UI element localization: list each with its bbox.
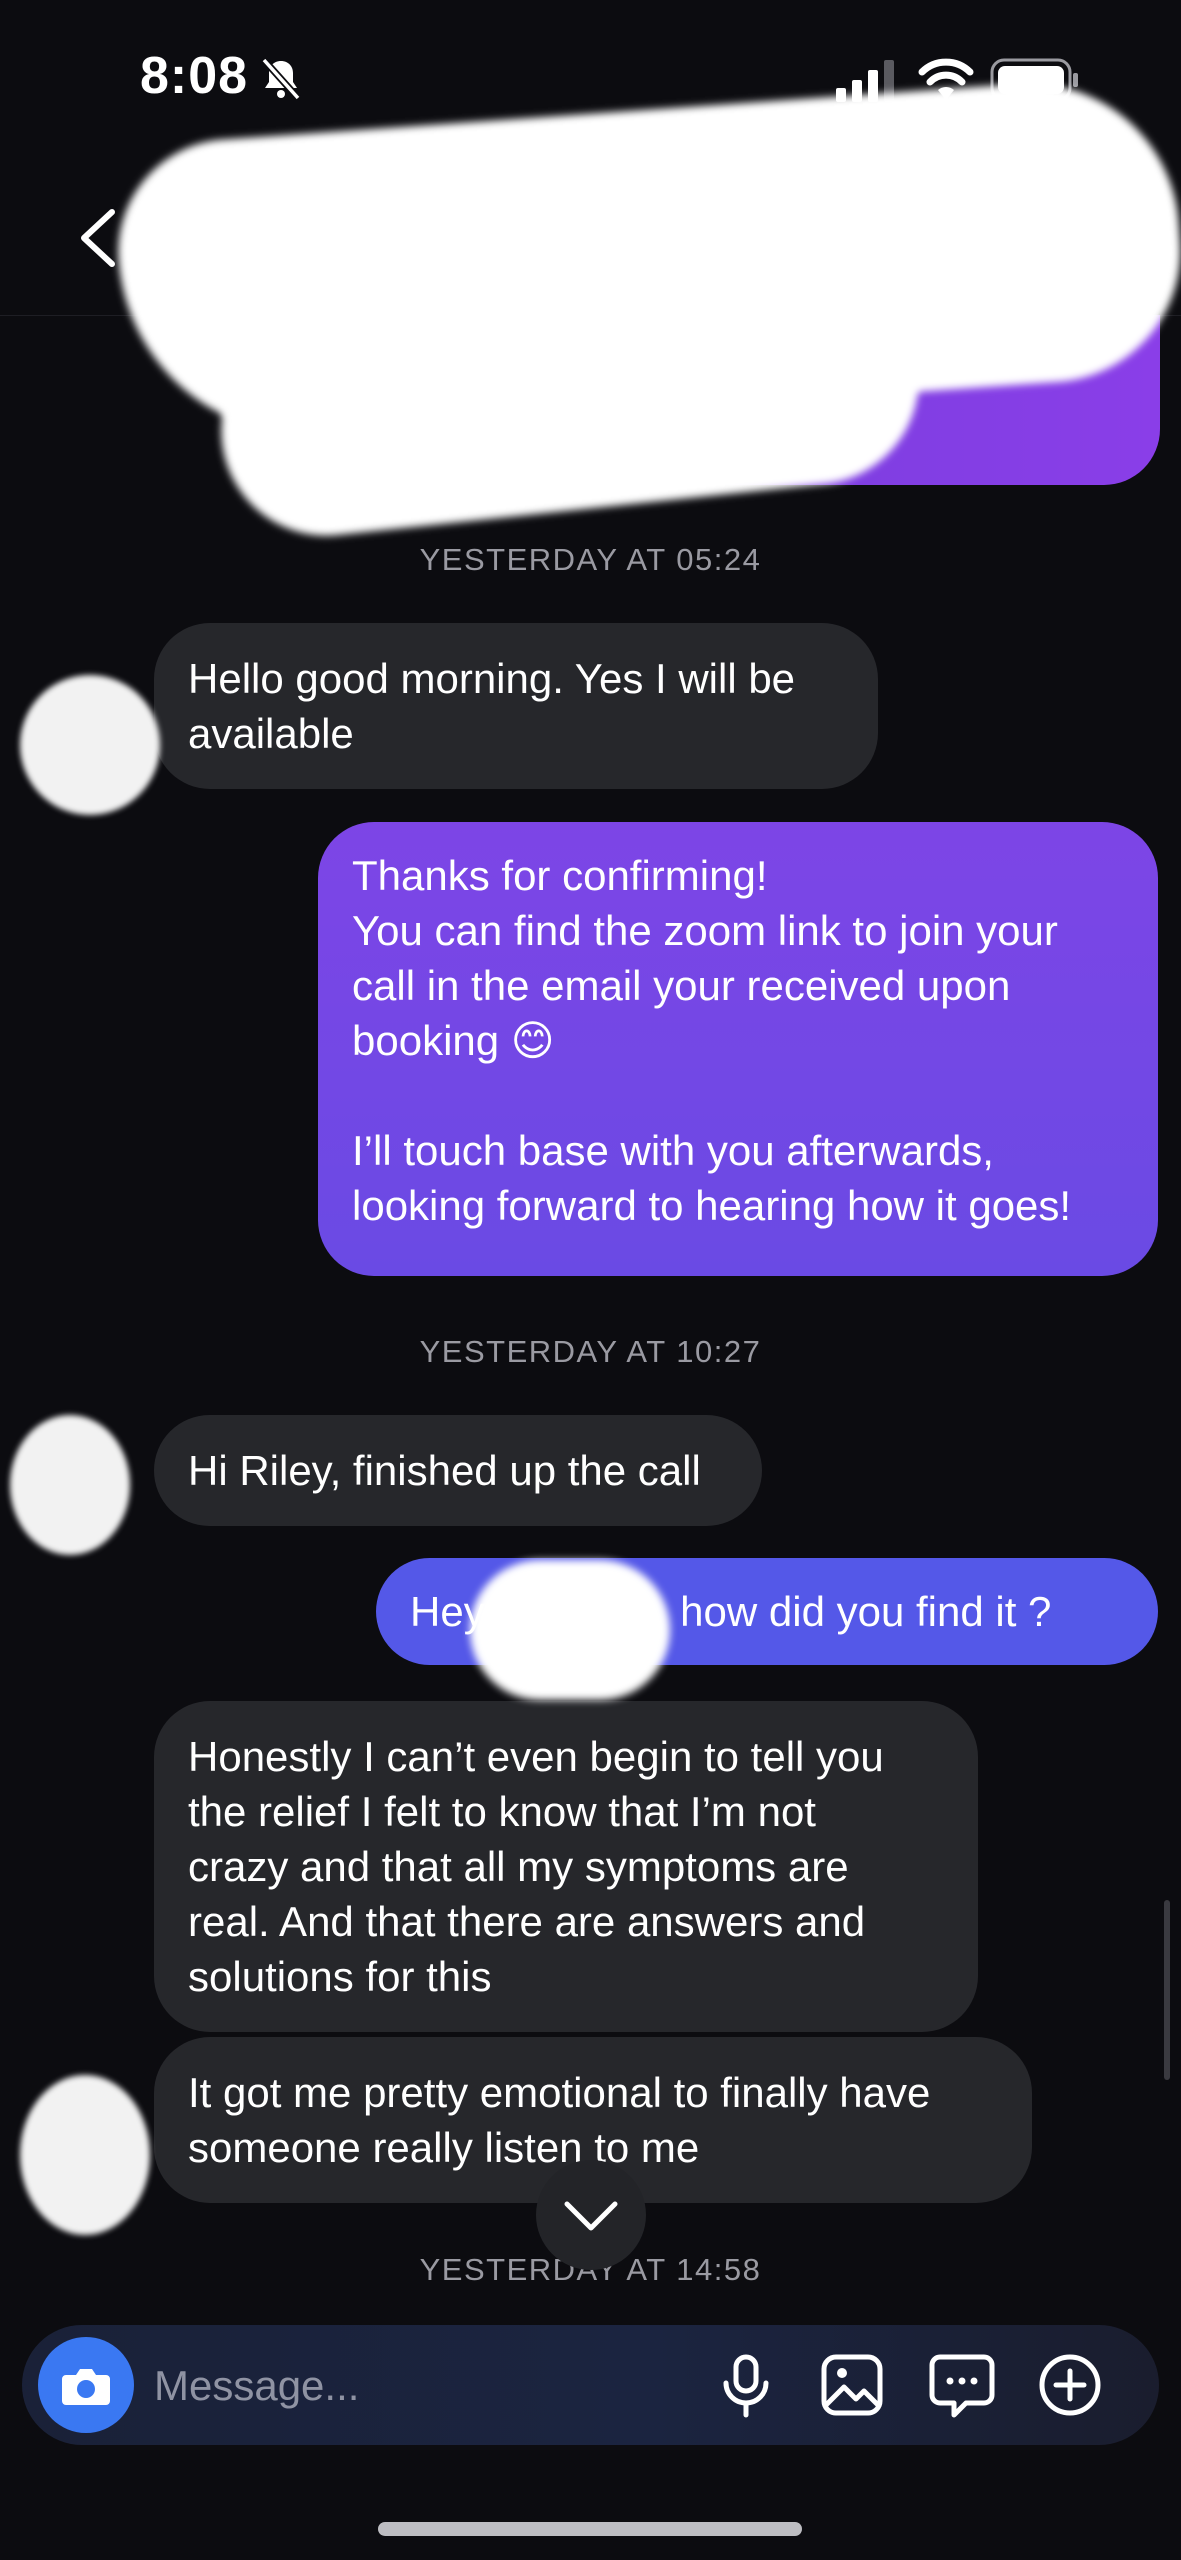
message-thread: YESTERDAY AT 05:24 Hello good morning. Y… [0,315,1181,2325]
scroll-indicator[interactable] [1164,1900,1170,2080]
home-indicator[interactable] [378,2522,802,2536]
sender-avatar[interactable] [10,1415,130,1555]
chevron-left-icon[interactable] [74,206,124,270]
chevron-down-icon [564,2201,618,2231]
image-icon[interactable] [818,2351,886,2419]
message-composer [22,2325,1159,2445]
chat-screen: 8:08 YESTERDAY AT 05:24 Hello good morni… [0,0,1181,2560]
camera-icon [62,2369,110,2405]
sender-avatar[interactable] [20,2075,150,2235]
incoming-message[interactable]: Honestly I can’t even begin to tell you … [154,1701,978,2032]
timestamp: YESTERDAY AT 10:27 [419,1334,762,1369]
sticker-chat-icon[interactable] [928,2351,996,2419]
message-input[interactable] [152,2349,716,2423]
outgoing-message[interactable]: Thanks for confirming! You can find the … [318,822,1158,1276]
bell-slash-icon [261,57,301,101]
camera-button[interactable] [38,2337,134,2433]
status-time: 8:08 [140,47,249,105]
incoming-message[interactable]: Hi Riley, finished up the call [154,1415,762,1526]
microphone-icon[interactable] [712,2351,780,2419]
plus-circle-icon[interactable] [1036,2351,1104,2419]
incoming-message[interactable]: Hello good morning. Yes I will be availa… [154,623,878,789]
scroll-to-bottom-button[interactable] [536,2160,646,2270]
sender-avatar[interactable] [20,675,160,815]
redaction-overlay [470,1560,670,1700]
timestamp: YESTERDAY AT 05:24 [419,542,762,577]
